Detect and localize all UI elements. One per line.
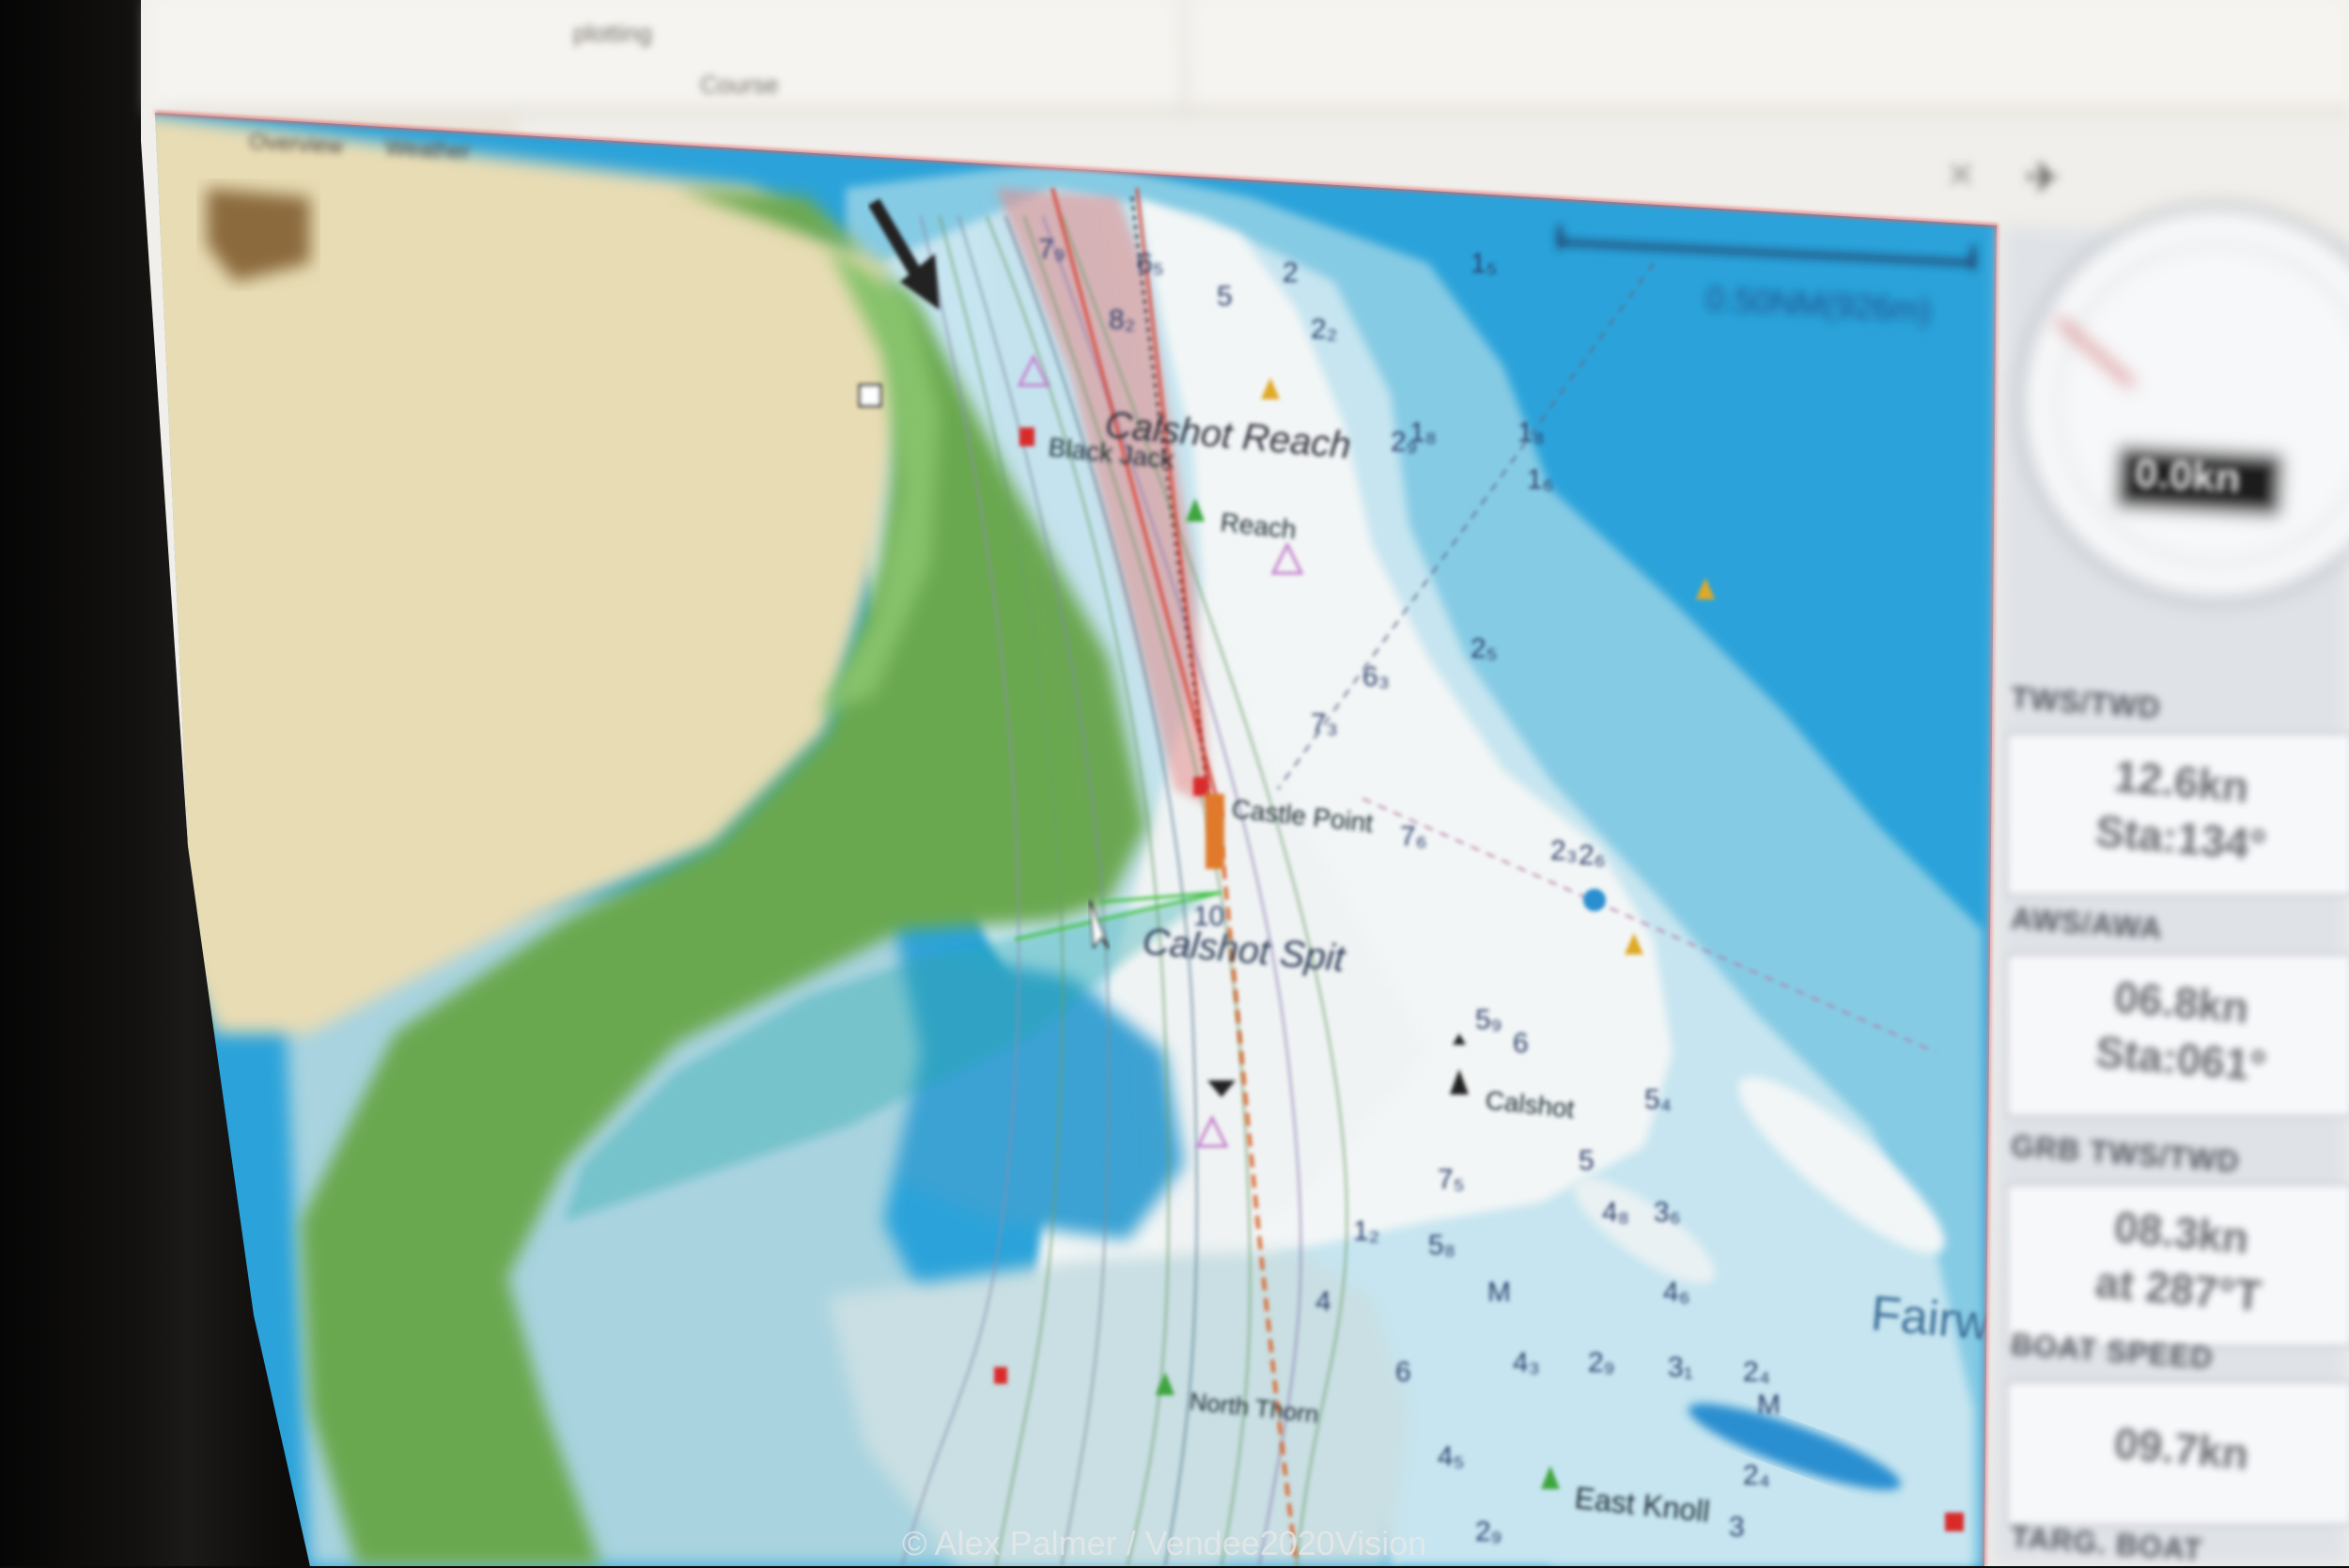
ribbon-label-course: Course — [700, 70, 779, 99]
buoy-icon[interactable] — [1583, 889, 1606, 911]
close-icon[interactable]: × — [1945, 152, 1977, 195]
depth-sounding: 2₄ — [1743, 1357, 1770, 1388]
port-mark-icon[interactable] — [994, 1367, 1007, 1384]
depth-sounding: 2₆ — [1579, 840, 1606, 871]
port-mark-icon[interactable] — [1019, 427, 1034, 446]
depth-sounding: 3 — [1729, 1512, 1745, 1543]
depth-sounding: 6 — [1513, 1028, 1529, 1059]
building-icon — [858, 383, 882, 408]
depth-sounding: 2₉ — [1588, 1347, 1615, 1378]
depth-sounding: 5₉ — [1475, 1004, 1502, 1035]
depth-sounding: 6₃ — [1362, 661, 1390, 692]
pin-icon[interactable]: ✈ — [2025, 152, 2061, 203]
depth-sounding: M — [1487, 1277, 1511, 1308]
depth-sounding: 2₂ — [1311, 314, 1337, 345]
depth-sounding: M — [1757, 1389, 1781, 1421]
depth-sounding: 2₄ — [1743, 1460, 1770, 1491]
depth-sounding: 1₂ — [1353, 1216, 1379, 1247]
ribbon-label-plotting[interactable]: plotting — [573, 19, 652, 47]
depth-sounding: 7₉ — [1038, 234, 1066, 265]
depth-sounding: 2 — [1283, 257, 1299, 288]
depth-sounding: 7₅ — [1438, 1164, 1465, 1195]
depth-sounding: 2₃ — [1550, 835, 1578, 866]
photo-credit: © Alex Palmer / Vendee2020Vision — [902, 1524, 1427, 1562]
depth-sounding: 1₆ — [1527, 464, 1554, 495]
beacon-icon[interactable] — [1206, 794, 1224, 869]
depth-sounding: 6₅ — [1137, 248, 1164, 279]
chart-plotter-screen: × ✈ 7₉ 6₅8₂522₂2₉1₅1₈7₃7₆6₃2₅1₈1₆2₆2₃5₉6… — [141, 0, 2349, 1566]
tab-overview[interactable]: Overview — [248, 129, 343, 160]
depth-sounding: 4₃ — [1513, 1347, 1540, 1378]
depth-sounding: 2₉ — [1475, 1516, 1502, 1547]
depth-sounding: 4₈ — [1602, 1197, 1629, 1228]
depth-sounding: 8₂ — [1109, 304, 1135, 335]
depth-sounding: 3₆ — [1654, 1197, 1681, 1228]
ribbon-group-label: Course — [700, 70, 779, 100]
port-mark-icon[interactable] — [1945, 1513, 1964, 1531]
depth-sounding: 1₈ — [1517, 417, 1545, 448]
depth-sounding: 4₆ — [1663, 1277, 1690, 1308]
photo-scene: × ✈ 7₉ 6₅ 8₂ 5 2 2₂ 2₉ 1₅ 1₈ 7₃ 7₆ 6₃ 2₅… — [0, 0, 2349, 1567]
nautical-chart[interactable]: 7₉ 6₅8₂ 5 2 2₂ 2₉ 1₅ 1₈ 7₃ 7₆ 6₃ 2₅ 1₈ 1₆ 2₆2₃ 5₉ 6 5 5₄ 3₆… — [141, 113, 2044, 1566]
depth-sounding: 2₅ — [1470, 633, 1498, 664]
depth-sounding: 7₃ — [1311, 708, 1338, 739]
ribbon-small-label: plotting — [573, 19, 652, 48]
depth-sounding: 5₄ — [1644, 1084, 1672, 1115]
depth-sounding: 4 — [1315, 1286, 1331, 1317]
depth-sounding: 5 — [1217, 281, 1233, 312]
tab-weather[interactable]: Weather — [384, 135, 471, 166]
compass-readout: 0.0kn — [2133, 450, 2242, 502]
depth-sounding: 4₅ — [1438, 1441, 1465, 1472]
depth-sounding: 1₈ — [1409, 417, 1437, 448]
depth-sounding: 1₅ — [1470, 248, 1498, 279]
depth-sounding: 5 — [1579, 1145, 1595, 1176]
port-mark-icon[interactable] — [1193, 777, 1208, 796]
depth-sounding: 6 — [1395, 1357, 1411, 1388]
depth-sounding: 7₆ — [1400, 821, 1427, 852]
depth-sounding: 3₁ — [1668, 1352, 1693, 1383]
depth-sounding: 5₈ — [1428, 1230, 1455, 1261]
